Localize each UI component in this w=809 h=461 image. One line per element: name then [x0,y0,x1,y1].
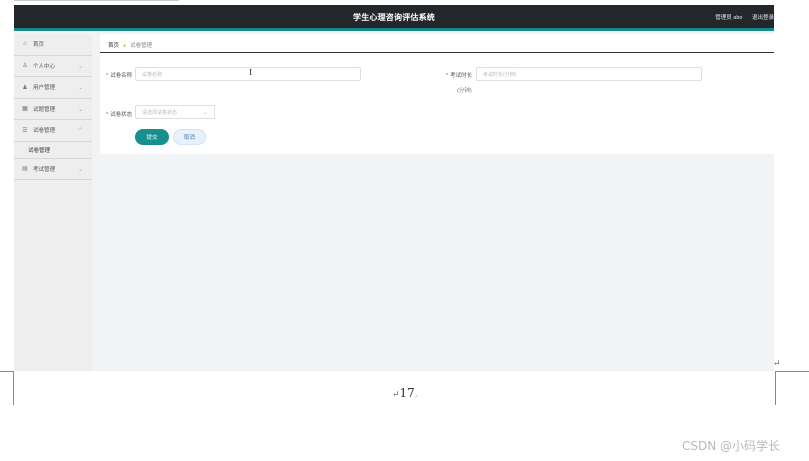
sidebar-item-label: 首页 [33,42,45,49]
page-corner-mark [775,371,776,405]
list-icon: ☰ [22,127,28,134]
chevron-down-icon: ⌄ [77,106,83,113]
paper-name-label-text: 试卷名称 [110,73,133,79]
app-window: 学生心理咨询评估系统 管理员 abo 退出登录 ⌂ 首页 ♙ 个人中心 ⌄ ♟ … [14,5,774,371]
exam-icon: ▤ [22,166,28,173]
sidebar-item-user-management[interactable]: ♟ 用户管理 ⌄ [14,77,92,99]
text-cursor-icon: I [249,68,253,77]
watermark: CSDN @小码学长 [682,439,781,453]
sidebar-item-home[interactable]: ⌂ 首页 [14,34,92,56]
breadcrumb-home[interactable]: 首页 [108,43,119,49]
app-title: 学生心理咨询评估系统 [353,13,435,22]
required-mark: * [106,112,109,118]
sidebar: ⌂ 首页 ♙ 个人中心 ⌄ ♟ 用户管理 ⌄ ▦ 试题管理 ⌄ ☰ 试卷管理 ⌃… [14,34,92,371]
page-number: ↵17⸝ [392,386,418,400]
paper-name-input[interactable]: 试卷名称 [135,67,361,81]
page-corner-mark [0,371,14,372]
duration-unit-label: (分钟) [457,88,472,94]
duration-label-text: 考试时长 [450,73,473,79]
page-corner-mark [775,371,809,372]
person-icon: ♙ [22,63,28,70]
sidebar-item-label: 用户管理 [33,85,56,92]
home-icon: ⌂ [23,41,27,48]
grid-icon: ▦ [22,106,28,113]
page-corner-mark [13,371,14,405]
duration-input[interactable]: 考试时长(分钟) [476,67,702,81]
chevron-down-icon: ⌄ [202,110,208,116]
paper-status-label: * 试卷状态 [106,110,132,118]
sidebar-item-label: 试卷管理 [33,128,56,135]
paragraph-end-mark: ⸝ [414,392,418,399]
top-header: 学生心理咨询评估系统 管理员 abo 退出登录 [14,5,774,31]
sidebar-item-label: 考试管理 [33,166,56,173]
sidebar-item-label: 个人中心 [33,63,56,70]
sidebar-subitem-paper-management[interactable]: 试卷管理 [14,142,92,159]
sidebar-item-personal-center[interactable]: ♙ 个人中心 ⌄ [14,56,92,77]
user-area: 管理员 abo 退出登录 [707,13,774,21]
breadcrumb-divider [100,52,774,53]
chevron-down-icon: ⌄ [77,85,83,91]
paper-status-select[interactable]: 请选择试卷状态 ⌄ [135,105,215,119]
top-rule [14,0,179,1]
paper-status-label-text: 试卷状态 [110,112,133,118]
chevron-up-icon: ⌃ [77,128,83,134]
select-placeholder: 请选择试卷状态 [142,109,178,116]
logout-link[interactable]: 退出登录 [752,15,774,21]
admin-user-label: 管理员 abo [715,15,743,21]
breadcrumb-current: 试卷管理 [130,43,153,49]
sidebar-item-question-management[interactable]: ▦ 试题管理 ⌄ [14,99,92,120]
main-content: 首页 ● 试卷管理 * 试卷名称 试卷名称 I * 考试时长 (分钟) 考试时长(分钟)… [100,34,774,154]
page-number-text: 17 [399,386,415,400]
users-icon: ♟ [22,84,28,91]
sidebar-item-paper-management[interactable]: ☰ 试卷管理 ⌃ [14,120,92,142]
paragraph-mark-icon: ↵ [392,390,400,400]
sidebar-item-exam-management[interactable]: ▤ 考试管理 ⌄ [14,159,92,180]
duration-label: * 考试时长 [446,71,472,79]
submit-button[interactable]: 提交 [135,129,169,145]
chevron-down-icon: ⌄ [77,63,83,70]
paper-name-label: * 试卷名称 [106,71,132,79]
chevron-down-icon: ⌄ [77,166,83,173]
breadcrumb-separator-icon: ● [123,43,127,49]
breadcrumb: 首页 ● 试卷管理 [108,41,152,49]
required-mark: * [106,73,109,79]
required-mark: * [446,73,449,79]
cancel-button[interactable]: 取消 [173,129,206,145]
paragraph-mark-icon: ↵ [773,359,781,369]
sidebar-item-label: 试题管理 [33,106,56,113]
